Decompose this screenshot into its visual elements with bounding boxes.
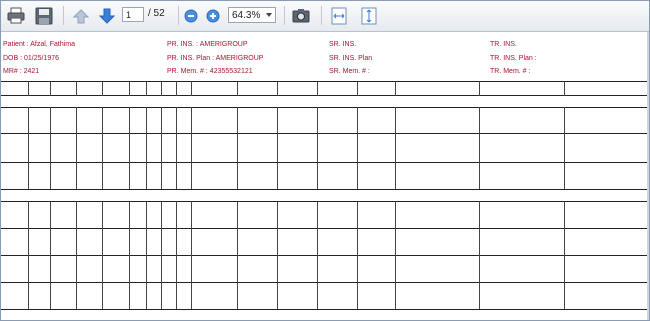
tr-plan-label: TR. INS. Plan : xyxy=(490,55,537,62)
column-divider xyxy=(146,81,147,96)
case-divider xyxy=(1,107,649,108)
zoom-select[interactable]: 64.3% xyxy=(228,7,276,23)
pr-ins-label: PR. INS. : AMERIGROUP xyxy=(167,41,248,48)
chevron-down-icon xyxy=(266,13,272,17)
row-divider xyxy=(1,228,649,229)
column-divider xyxy=(357,107,358,189)
page-total: / 52 xyxy=(148,8,165,19)
column-divider xyxy=(395,201,396,309)
column-divider xyxy=(28,201,29,309)
toolbar: 1 / 52 64.3% xyxy=(1,1,649,32)
page-number-input[interactable]: 1 xyxy=(122,7,144,22)
column-divider xyxy=(146,107,147,189)
column-divider xyxy=(176,201,177,309)
column-divider xyxy=(102,81,103,96)
column-divider xyxy=(564,107,565,189)
save-icon[interactable] xyxy=(33,5,55,26)
column-divider xyxy=(237,81,238,96)
column-divider xyxy=(146,201,147,309)
column-divider xyxy=(317,201,318,309)
column-divider xyxy=(129,201,130,309)
previous-page-icon[interactable] xyxy=(70,5,92,26)
column-divider xyxy=(28,107,29,189)
pr-ins-value: AMERIGROUP xyxy=(199,41,248,48)
column-divider xyxy=(191,201,192,309)
row-divider xyxy=(1,189,649,190)
toolbar-separator xyxy=(63,6,64,25)
row-divider xyxy=(1,255,649,256)
dob-label: DOB : 01/25/1976 xyxy=(3,55,60,62)
column-header-divider xyxy=(1,95,649,96)
column-divider xyxy=(277,81,278,96)
column-divider xyxy=(161,81,162,96)
print-icon[interactable] xyxy=(5,5,27,26)
mr-label: MR# : 2421 xyxy=(3,68,40,75)
column-divider xyxy=(50,81,51,96)
column-divider xyxy=(317,81,318,96)
zoom-in-icon[interactable] xyxy=(205,5,221,26)
column-divider xyxy=(317,107,318,189)
pr-mem-label: PR. Mem. # : 42355532121 xyxy=(167,68,253,75)
case-divider xyxy=(1,201,649,202)
next-page-icon[interactable] xyxy=(96,5,118,26)
column-divider xyxy=(191,107,192,189)
column-divider xyxy=(28,81,29,96)
zoom-out-icon[interactable] xyxy=(183,5,199,26)
report-page: Patient : Afzal, Fathima DOB : 01/25/197… xyxy=(1,32,649,320)
column-divider xyxy=(237,201,238,309)
row-divider xyxy=(1,162,649,163)
column-divider xyxy=(191,81,192,96)
row-divider xyxy=(1,133,649,134)
zoom-value: 64.3% xyxy=(232,10,261,21)
column-divider xyxy=(50,107,51,189)
pr-plan-label: PR. INS. Plan : AMERIGROUP xyxy=(167,55,264,62)
column-divider xyxy=(76,81,77,96)
patient-label: Patient : Afzal, Fathima xyxy=(3,41,75,48)
column-divider xyxy=(357,81,358,96)
row-divider xyxy=(1,282,649,283)
column-divider xyxy=(129,81,130,96)
fit-page-icon[interactable] xyxy=(359,5,379,26)
pr-mem-value: 42355532121 xyxy=(209,68,253,75)
scrollbar[interactable] xyxy=(647,32,649,320)
row-divider xyxy=(1,309,649,310)
column-divider xyxy=(76,107,77,189)
dob-value: 01/25/1976 xyxy=(24,55,60,62)
sr-mem-label: SR. Mem. # : xyxy=(329,68,370,75)
fit-width-icon[interactable] xyxy=(329,5,349,26)
column-divider xyxy=(76,201,77,309)
column-divider xyxy=(357,201,358,309)
report-viewer: 1 / 52 64.3% Patient : Afzal, Fathima DO… xyxy=(0,0,650,321)
toolbar-separator xyxy=(178,6,179,25)
column-divider xyxy=(161,107,162,189)
column-divider xyxy=(479,107,480,189)
column-divider xyxy=(237,107,238,189)
toolbar-separator xyxy=(284,6,285,25)
tr-mem-label: TR. Mem. # : xyxy=(490,68,531,75)
column-divider xyxy=(102,201,103,309)
column-divider xyxy=(395,81,396,96)
column-divider xyxy=(277,107,278,189)
column-divider xyxy=(161,201,162,309)
header-divider xyxy=(1,81,649,82)
mr-value: 2421 xyxy=(23,68,40,75)
patient-name: Afzal, Fathima xyxy=(30,41,75,48)
column-divider xyxy=(102,107,103,189)
column-divider xyxy=(277,201,278,309)
column-divider xyxy=(564,81,565,96)
column-divider xyxy=(176,81,177,96)
column-divider xyxy=(479,201,480,309)
sr-plan-label: SR. INS. Plan xyxy=(329,55,373,62)
column-divider xyxy=(50,201,51,309)
column-divider xyxy=(479,81,480,96)
column-divider xyxy=(129,107,130,189)
sr-ins-label: SR. INS. xyxy=(329,41,357,48)
column-divider xyxy=(564,201,565,309)
camera-icon[interactable] xyxy=(290,5,312,26)
pr-plan-value: AMERIGROUP xyxy=(215,55,264,62)
column-divider xyxy=(395,107,396,189)
tr-ins-label: TR. INS. xyxy=(490,41,517,48)
toolbar-separator xyxy=(321,6,322,25)
column-divider xyxy=(176,107,177,189)
